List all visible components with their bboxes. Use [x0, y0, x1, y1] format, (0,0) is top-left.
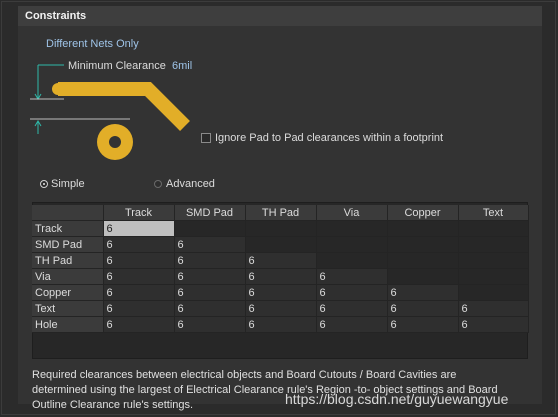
simple-label: Simple	[51, 178, 85, 190]
matrix-empty-cell	[458, 284, 529, 301]
matrix-value-cell[interactable]: 6	[387, 300, 459, 317]
ignore-pad-checkbox[interactable]	[201, 133, 211, 143]
pad-hole	[109, 136, 121, 148]
matrix-row-label: TH Pad	[32, 252, 104, 269]
matrix-empty-cell	[316, 252, 388, 269]
matrix-value-cell[interactable]: 6	[387, 316, 459, 333]
matrix-value-cell[interactable]: 6	[174, 252, 246, 269]
matrix-value-cell[interactable]: 6	[174, 268, 246, 285]
section-header: Constraints	[18, 6, 542, 27]
matrix-row: Copper 6 6 6 6 6	[32, 284, 529, 301]
matrix-value-cell[interactable]: 6	[245, 268, 317, 285]
matrix-column-header: TH Pad	[245, 205, 317, 221]
matrix-value-cell[interactable]: 6	[316, 284, 388, 301]
matrix-empty-cell	[458, 268, 529, 285]
matrix-empty-cell	[387, 252, 459, 269]
matrix-row-label: Text	[32, 300, 104, 317]
advanced-radio[interactable]	[154, 180, 162, 188]
min-clearance-value[interactable]: 6mil	[172, 60, 192, 72]
matrix-empty-cell	[316, 236, 388, 253]
matrix-value-cell[interactable]: 6	[316, 268, 388, 285]
matrix-row-label: Track	[32, 220, 104, 237]
matrix-row: TH Pad 6 6 6	[32, 252, 529, 269]
watermark-text: https://blog.csdn.net/guyuewangyue	[285, 391, 509, 407]
advanced-label: Advanced	[166, 178, 215, 190]
matrix-value-cell[interactable]: 6	[103, 220, 175, 237]
matrix-value-cell[interactable]: 6	[174, 300, 246, 317]
matrix-value-cell[interactable]: 6	[245, 252, 317, 269]
min-clearance-label: Minimum Clearance	[68, 60, 166, 72]
matrix-empty-cell	[458, 236, 529, 253]
matrix-value-cell[interactable]: 6	[103, 268, 175, 285]
matrix-corner	[32, 205, 104, 221]
matrix-value-cell[interactable]: 6	[245, 316, 317, 333]
matrix-value-cell[interactable]: 6	[245, 284, 317, 301]
matrix-value-cell[interactable]: 6	[245, 300, 317, 317]
matrix-value-cell[interactable]: 6	[174, 284, 246, 301]
matrix-empty-cell	[458, 252, 529, 269]
matrix-value-cell[interactable]: 6	[103, 300, 175, 317]
ignore-pad-label: Ignore Pad to Pad clearances within a fo…	[215, 132, 444, 144]
matrix-row-label: Copper	[32, 284, 104, 301]
matrix-value-cell[interactable]: 6	[103, 284, 175, 301]
matrix-row-label: Via	[32, 268, 104, 285]
matrix-column-header: Text	[458, 205, 529, 221]
matrix-value-cell[interactable]: 6	[174, 236, 246, 253]
matrix-empty-cell	[245, 236, 317, 253]
simple-radio[interactable]	[40, 180, 48, 188]
matrix-row: Track 6	[32, 220, 529, 237]
clearance-illustration	[30, 64, 190, 160]
matrix-column-header: Track	[103, 205, 175, 221]
matrix-column-header: Copper	[387, 205, 459, 221]
matrix-value-cell[interactable]: 6	[103, 316, 175, 333]
matrix-row: SMD Pad 6 6	[32, 236, 529, 253]
matrix-empty-cell	[387, 236, 459, 253]
net-scope-selector[interactable]: Different Nets Only	[46, 38, 139, 50]
matrix-empty-cell	[387, 268, 459, 285]
matrix-row-label: Hole	[32, 316, 104, 333]
track-shape	[58, 82, 190, 131]
matrix-value-cell[interactable]: 6	[387, 284, 459, 301]
matrix-value-cell[interactable]: 6	[458, 300, 529, 317]
matrix-value-cell[interactable]: 6	[103, 236, 175, 253]
matrix-column-header: SMD Pad	[174, 205, 246, 221]
matrix-header-row: Track SMD Pad TH Pad Via Copper Text	[32, 205, 529, 221]
matrix-value-cell[interactable]: 6	[316, 300, 388, 317]
matrix-value-cell[interactable]: 6	[316, 316, 388, 333]
matrix-row: Hole 6 6 6 6 6 6	[32, 316, 529, 333]
matrix-row-label: SMD Pad	[32, 236, 104, 253]
matrix-empty-cell	[174, 220, 246, 237]
clearance-matrix: Track SMD Pad TH Pad Via Copper Text Track 6 SM…	[32, 205, 529, 333]
matrix-empty-cell	[458, 220, 529, 237]
matrix-empty-cell	[245, 220, 317, 237]
matrix-value-cell[interactable]: 6	[103, 252, 175, 269]
matrix-column-header: Via	[316, 205, 388, 221]
section-title: Constraints	[25, 10, 87, 22]
matrix-empty-cell	[387, 220, 459, 237]
matrix-row: Via 6 6 6 6	[32, 268, 529, 285]
matrix-value-cell[interactable]: 6	[174, 316, 246, 333]
matrix-value-cell[interactable]: 6	[458, 316, 529, 333]
matrix-row: Text 6 6 6 6 6 6	[32, 300, 529, 317]
matrix-empty-cell	[316, 220, 388, 237]
